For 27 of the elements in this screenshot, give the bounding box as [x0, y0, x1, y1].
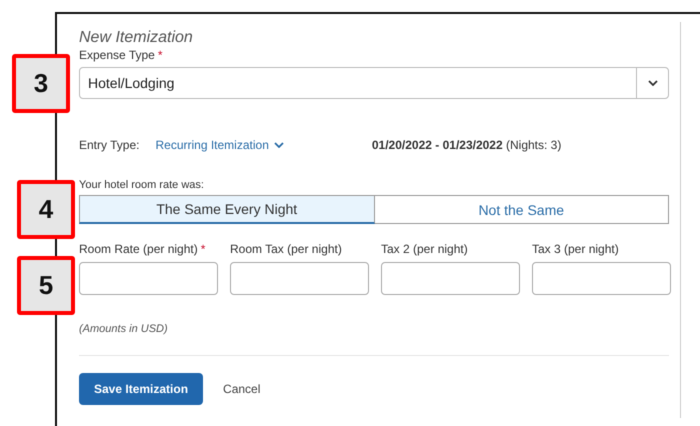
chevron-down-icon [648, 80, 658, 86]
form-title: New Itemization [79, 28, 194, 48]
rate-option-tab[interactable]: The Same Every Night [79, 195, 374, 224]
save-button[interactable]: Save Itemization [79, 373, 204, 405]
entry-type-dropdown[interactable]: Recurring Itemization [155, 138, 284, 152]
expense-type-select[interactable]: Hotel/Lodging [79, 67, 669, 99]
required-mark: * [158, 48, 163, 62]
rate-question: Your hotel room rate was: [79, 178, 205, 192]
chevron-down-icon [274, 142, 284, 148]
required-mark: * [200, 242, 206, 256]
rate-option-tab[interactable]: Not the Same [374, 195, 669, 224]
field-label: Expense Type [79, 48, 155, 62]
amount-input[interactable] [532, 262, 671, 295]
cancel-link[interactable]: Cancel [217, 381, 266, 397]
amount-input[interactable] [79, 262, 218, 295]
date-range: 01/20/2022 - 01/23/2022 (Nights: 3) [372, 138, 562, 152]
field-label: Tax 3 (per night) [532, 242, 619, 256]
step-callout: 3 [12, 54, 70, 113]
field-label: Tax 2 (per night) [381, 242, 468, 256]
entry-type-label: Entry Type: [79, 138, 140, 152]
currency-note: (Amounts in USD) [79, 323, 169, 335]
step-callout: 4 [17, 180, 75, 239]
field-label: Room Rate (per night) [79, 242, 198, 256]
amount-input[interactable] [381, 262, 520, 295]
amount-input[interactable] [230, 262, 369, 295]
field-label: Room Tax (per night) [230, 242, 342, 256]
step-callout: 5 [17, 256, 75, 315]
